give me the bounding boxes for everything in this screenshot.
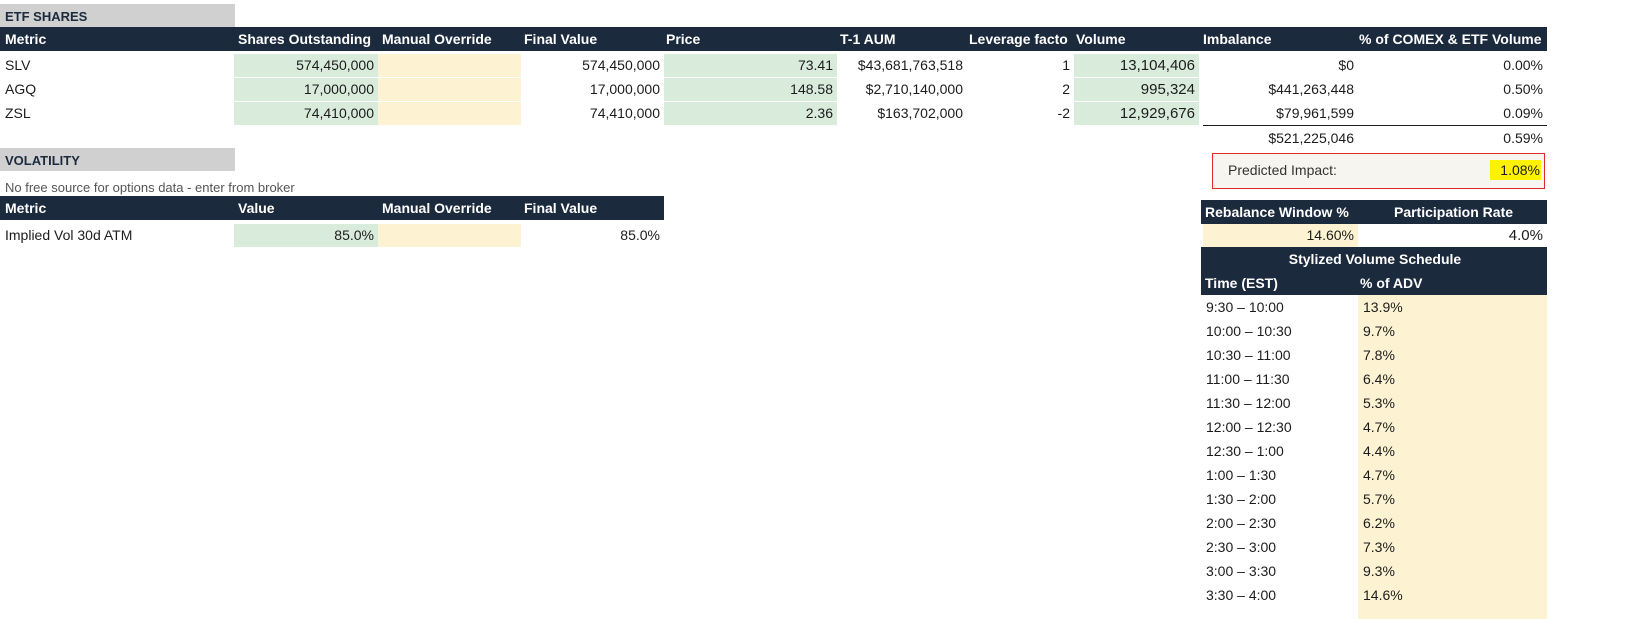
header-aum: T-1 AUM bbox=[840, 31, 896, 47]
predicted-impact-value: 1.08% bbox=[1490, 160, 1541, 180]
schedule-row-time: 12:30 – 1:00 bbox=[1206, 443, 1284, 459]
row-slv-metric: SLV bbox=[5, 57, 31, 73]
schedule-header-pct-adv: % of ADV bbox=[1360, 275, 1423, 291]
row-slv-imbalance: $0 bbox=[1338, 57, 1354, 73]
schedule-title: Stylized Volume Schedule bbox=[1288, 251, 1462, 267]
schedule-row-time: 2:00 – 2:30 bbox=[1206, 515, 1277, 531]
header-pct-comex-etf-volume: % of COMEX & ETF Volume bbox=[1359, 31, 1542, 47]
vol-row-manual-override[interactable] bbox=[378, 224, 521, 247]
row-zsl-aum: $163,702,000 bbox=[877, 105, 963, 121]
schedule-row-time: 11:00 – 11:30 bbox=[1206, 371, 1290, 387]
schedule-row-pct-adv[interactable]: 9.7% bbox=[1358, 320, 1547, 343]
header-volume: Volume bbox=[1076, 31, 1126, 47]
schedule-row-pct-adv[interactable]: 4.4% bbox=[1358, 440, 1547, 463]
schedule-row-pct-adv[interactable]: 6.4% bbox=[1358, 368, 1547, 391]
predicted-impact-label: Predicted Impact: bbox=[1228, 162, 1337, 178]
row-agq-volume[interactable]: 995,324 bbox=[1074, 78, 1199, 101]
vol-header-manual-override: Manual Override bbox=[382, 200, 492, 216]
row-zsl-pct: 0.09% bbox=[1358, 102, 1547, 126]
header-participation-rate: Participation Rate bbox=[1393, 204, 1514, 220]
row-slv-pct: 0.00% bbox=[1503, 57, 1543, 73]
volatility-note: No free source for options data - enter … bbox=[5, 180, 295, 195]
schedule-row-pct-adv[interactable]: 14.6% bbox=[1358, 584, 1547, 607]
row-slv-leverage: 1 bbox=[1062, 57, 1070, 73]
schedule-row-pct-adv[interactable]: 13.9% bbox=[1358, 296, 1547, 319]
row-agq-price[interactable]: 148.58 bbox=[664, 78, 837, 101]
vol-header-metric: Metric bbox=[5, 200, 47, 216]
header-metric: Metric bbox=[5, 31, 47, 47]
schedule-row-pct-adv[interactable]: 7.3% bbox=[1358, 536, 1547, 559]
schedule-row-time: 10:30 – 11:00 bbox=[1206, 347, 1291, 363]
schedule-row-time: 3:30 – 4:00 bbox=[1206, 587, 1277, 603]
vol-row-value[interactable]: 85.0% bbox=[234, 224, 378, 247]
header-leverage-factor: Leverage facto bbox=[969, 31, 1068, 47]
schedule-row-pct-adv[interactable]: 5.7% bbox=[1358, 488, 1547, 511]
row-slv-shares-outstanding[interactable]: 574,450,000 bbox=[234, 54, 378, 77]
row-slv-price[interactable]: 73.41 bbox=[664, 54, 837, 77]
row-slv-volume[interactable]: 13,104,406 bbox=[1074, 54, 1199, 77]
schedule-row-time: 9:30 – 10:00 bbox=[1206, 299, 1284, 315]
etf-shares-section-title: ETF SHARES bbox=[0, 4, 235, 27]
schedule-row-pct-adv[interactable]: 6.2% bbox=[1358, 512, 1547, 535]
row-slv-aum: $43,681,763,518 bbox=[857, 57, 963, 73]
row-agq-leverage: 2 bbox=[1062, 81, 1070, 97]
row-agq-final-value: 17,000,000 bbox=[589, 81, 660, 97]
schedule-row-pct-adv[interactable]: 9.3% bbox=[1358, 560, 1547, 583]
schedule-row-time: 1:30 – 2:00 bbox=[1206, 491, 1277, 507]
row-agq-imbalance: $441,263,448 bbox=[1268, 81, 1354, 97]
header-imbalance: Imbalance bbox=[1203, 31, 1272, 47]
schedule-row-pct-adv[interactable]: 5.3% bbox=[1358, 392, 1547, 415]
row-agq-metric: AGQ bbox=[5, 81, 37, 97]
header-final-value: Final Value bbox=[524, 31, 598, 47]
row-zsl-leverage: -2 bbox=[1057, 105, 1070, 121]
row-zsl-manual-override[interactable] bbox=[378, 102, 521, 125]
participation-rate-value[interactable]: 4.0% bbox=[1358, 224, 1547, 247]
row-zsl-price[interactable]: 2.36 bbox=[664, 102, 837, 125]
header-manual-override: Manual Override bbox=[382, 31, 492, 47]
schedule-row-pct-adv[interactable]: 7.8% bbox=[1358, 344, 1547, 367]
schedule-row-pct-adv[interactable]: 4.7% bbox=[1358, 416, 1547, 439]
schedule-row-time: 3:00 – 3:30 bbox=[1206, 563, 1277, 579]
row-zsl-volume[interactable]: 12,929,676 bbox=[1074, 102, 1199, 125]
header-rebalance-window: Rebalance Window % bbox=[1205, 204, 1349, 220]
schedule-row-time: 12:00 – 12:30 bbox=[1206, 419, 1292, 435]
total-imbalance: $521,225,046 bbox=[1268, 130, 1354, 146]
row-agq-pct: 0.50% bbox=[1503, 81, 1543, 97]
vol-header-final-value: Final Value bbox=[524, 200, 598, 216]
schedule-row-pct-adv[interactable]: 4.7% bbox=[1358, 464, 1547, 487]
vol-header-value: Value bbox=[238, 200, 275, 216]
row-slv-final-value: 574,450,000 bbox=[582, 57, 660, 73]
row-zsl-metric: ZSL bbox=[5, 105, 31, 121]
vol-row-final-value: 85.0% bbox=[620, 227, 660, 243]
header-price: Price bbox=[666, 31, 701, 47]
row-zsl-imbalance: $79,961,599 bbox=[1203, 102, 1358, 126]
row-agq-manual-override[interactable] bbox=[378, 78, 521, 101]
predicted-impact-box: Predicted Impact: 1.08% bbox=[1212, 153, 1545, 189]
schedule-row-time: 2:30 – 3:00 bbox=[1206, 539, 1277, 555]
schedule-row-time: 1:00 – 1:30 bbox=[1206, 467, 1277, 483]
volatility-section-title: VOLATILITY bbox=[0, 148, 235, 171]
row-zsl-final-value: 74,410,000 bbox=[589, 105, 660, 121]
header-shares-outstanding: Shares Outstanding bbox=[238, 31, 372, 47]
schedule-row-time: 11:30 – 12:00 bbox=[1206, 395, 1291, 411]
schedule-header-time: Time (EST) bbox=[1205, 275, 1278, 291]
row-zsl-shares-outstanding[interactable]: 74,410,000 bbox=[234, 102, 378, 125]
row-slv-manual-override[interactable] bbox=[378, 54, 521, 77]
vol-row-metric: Implied Vol 30d ATM bbox=[5, 227, 133, 243]
row-agq-aum: $2,710,140,000 bbox=[865, 81, 963, 97]
row-agq-shares-outstanding[interactable]: 17,000,000 bbox=[234, 78, 378, 101]
schedule-row-time: 10:00 – 10:30 bbox=[1206, 323, 1292, 339]
rebalance-window-value[interactable]: 14.60% bbox=[1203, 224, 1358, 247]
total-pct: 0.59% bbox=[1503, 130, 1543, 146]
